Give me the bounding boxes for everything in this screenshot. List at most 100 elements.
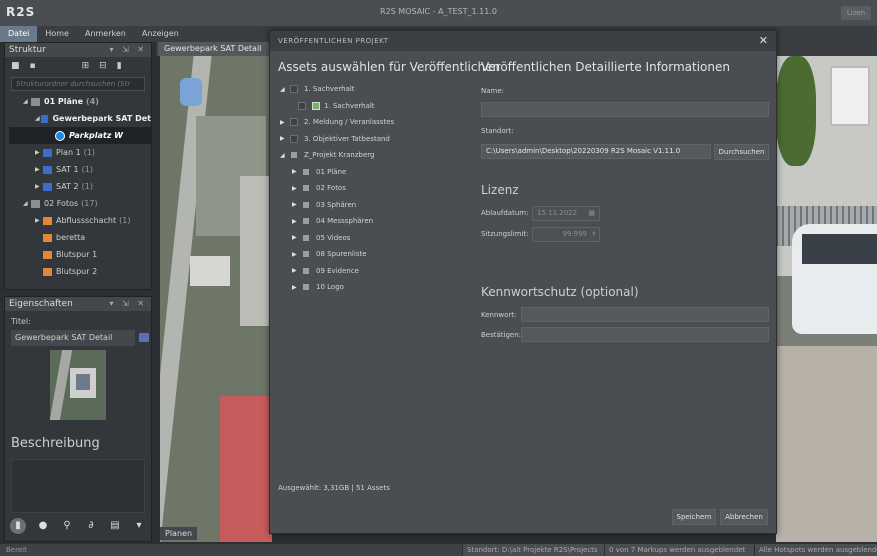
login-button[interactable]: Lizen xyxy=(841,6,871,20)
tree-item-01-plaene[interactable]: ◢ 01 Pläne (4) xyxy=(9,93,151,110)
calendar-icon[interactable]: ▦ xyxy=(588,207,595,220)
asset-item-tatbestand[interactable]: ▶ 3. Objektiver Tatbestand xyxy=(280,131,470,148)
delete-icon[interactable]: ▮ xyxy=(10,518,26,534)
checkbox[interactable] xyxy=(303,185,309,192)
checkbox[interactable] xyxy=(290,85,298,94)
save-button[interactable]: Speichern xyxy=(672,509,716,525)
structure-search-input[interactable]: Strukturordner durchsuchen (Str xyxy=(11,77,145,91)
user-icon[interactable]: ● xyxy=(36,519,50,533)
aerial-map-view[interactable] xyxy=(160,56,272,542)
confirm-password-field[interactable] xyxy=(521,327,769,342)
expand-triangle-icon[interactable]: ▶ xyxy=(292,251,302,258)
tab-planen[interactable]: Planen xyxy=(160,527,198,540)
description-field[interactable] xyxy=(11,459,145,513)
expand-triangle-icon[interactable]: ▶ xyxy=(35,183,43,190)
expand-triangle-icon[interactable]: ▶ xyxy=(292,218,302,225)
expand-triangle-icon[interactable]: ▶ xyxy=(292,168,302,175)
hotspot-marker-icon[interactable] xyxy=(180,78,202,106)
checkbox[interactable] xyxy=(303,251,309,258)
checkbox[interactable] xyxy=(290,134,298,143)
session-limit-stepper[interactable]: 99.999 ⬍ xyxy=(532,227,600,242)
name-field[interactable] xyxy=(481,102,769,117)
location-field[interactable]: C:\Users\admin\Desktop\20220309 R2S Mosa… xyxy=(481,144,711,159)
document-icon[interactable]: ▤ xyxy=(108,519,122,533)
asset-item-logo[interactable]: ▶ 10 Logo xyxy=(280,279,470,296)
panel-controls[interactable]: ▾ ⇲ ✕ xyxy=(109,297,147,311)
collapse-triangle-icon[interactable]: ◢ xyxy=(23,200,31,207)
asset-item-fotos[interactable]: ▶ 02 Fotos xyxy=(280,180,470,197)
tree-item-parkplatz[interactable]: Parkplatz W xyxy=(9,127,151,144)
checkbox[interactable] xyxy=(303,234,309,241)
stepper-arrows-icon[interactable]: ⬍ xyxy=(592,228,596,241)
asset-item-kranzberg[interactable]: ◢ Z_Projekt Kranzberg xyxy=(280,147,470,164)
asset-item-spurenliste[interactable]: ▶ 08 Spurenliste xyxy=(280,246,470,263)
expand-triangle-icon[interactable]: ▶ xyxy=(35,166,43,173)
close-icon[interactable]: ✕ xyxy=(759,34,768,47)
expand-triangle-icon[interactable]: ▶ xyxy=(280,135,290,142)
tree-item-beretta[interactable]: beretta xyxy=(9,229,151,246)
menu-anmerken[interactable]: Anmerken xyxy=(77,26,134,42)
menu-home[interactable]: Home xyxy=(37,26,77,42)
tab-gewerbepark[interactable]: Gewerbepark SAT Detail ✕ xyxy=(158,42,283,56)
tree-item-02-fotos[interactable]: ◢ 02 Fotos (17) xyxy=(9,195,151,212)
add-item-icon[interactable]: ▪ xyxy=(30,61,36,71)
expiry-date-field[interactable]: 15.11.2022 ▦ xyxy=(532,206,600,221)
tree-item-sat-2[interactable]: ▶ SAT 2 (1) xyxy=(9,178,151,195)
tree-item-blutspur-2[interactable]: Blutspur 2 xyxy=(9,263,151,280)
checkbox[interactable] xyxy=(290,118,298,127)
browse-button[interactable]: Durchsuchen xyxy=(714,144,769,160)
expand-triangle-icon[interactable]: ▶ xyxy=(35,217,43,224)
checkbox[interactable] xyxy=(303,284,309,291)
expand-all-icon[interactable]: ⊞ xyxy=(82,61,90,71)
more-icon[interactable]: ▾ xyxy=(132,519,146,533)
collapse-triangle-icon[interactable]: ◢ xyxy=(23,98,31,105)
search-icon[interactable]: ⚲ xyxy=(60,519,74,533)
checkbox[interactable] xyxy=(303,267,309,274)
dialog-title: VERÖFFENTLICHEN PROJEKT xyxy=(278,37,389,45)
menu-anzeigen[interactable]: Anzeigen xyxy=(134,26,187,42)
asset-item-evidence[interactable]: ▶ 09 Evidence xyxy=(280,263,470,280)
checkbox[interactable] xyxy=(291,152,297,159)
cancel-button[interactable]: Abbrechen xyxy=(720,509,768,525)
expand-triangle-icon[interactable]: ▶ xyxy=(280,119,290,126)
photo-icon xyxy=(43,216,52,225)
expand-triangle-icon[interactable]: ▶ xyxy=(35,149,43,156)
asset-tree: ◢ 1. Sachverhalt 1. Sachverhalt ▶ 2. Meldu… xyxy=(280,81,470,296)
attachment-icon[interactable]: ∂ xyxy=(84,519,98,533)
panel-controls[interactable]: ▾ ⇲ ✕ xyxy=(109,43,147,57)
status-text: Bereit xyxy=(6,546,27,554)
status-hotspots: Alle Hotspots werden ausgeblendet xyxy=(754,544,877,556)
password-field[interactable] xyxy=(521,307,769,322)
expand-triangle-icon[interactable]: ▶ xyxy=(292,185,302,192)
tree-item-sat-1[interactable]: ▶ SAT 1 (1) xyxy=(9,161,151,178)
photo-view[interactable] xyxy=(776,56,877,542)
collapse-all-icon[interactable]: ⊟ xyxy=(99,61,107,71)
asset-item-sachverhalt[interactable]: ◢ 1. Sachverhalt xyxy=(280,81,470,98)
checkbox[interactable] xyxy=(303,218,309,225)
menu-datei[interactable]: Datei xyxy=(0,26,38,42)
asset-item-plaene[interactable]: ▶ 01 Pläne xyxy=(280,164,470,181)
asset-item-meldung[interactable]: ▶ 2. Meldung / Veranlasstes xyxy=(280,114,470,131)
tree-item-abflussschacht[interactable]: ▶ Abflussschacht (1) xyxy=(9,212,151,229)
asset-item-sphaeren[interactable]: ▶ 03 Sphären xyxy=(280,197,470,214)
asset-item-sachverhalt-child[interactable]: 1. Sachverhalt xyxy=(280,98,470,115)
tree-item-plan-1[interactable]: ▶ Plan 1 (1) xyxy=(9,144,151,161)
title-field[interactable]: Gewerbepark SAT Detail xyxy=(11,330,149,346)
tree-item-gewerbepark[interactable]: ◢ Gewerbepark SAT Det xyxy=(9,110,151,127)
collapse-triangle-icon[interactable]: ◢ xyxy=(280,86,290,93)
tree-item-blutspur-1[interactable]: Blutspur 1 xyxy=(9,246,151,263)
collapse-triangle-icon[interactable]: ◢ xyxy=(280,152,290,159)
asset-item-videos[interactable]: ▶ 05 Videos xyxy=(280,230,470,247)
add-folder-icon[interactable]: ■ xyxy=(11,61,20,71)
password-label: Kennwort: xyxy=(481,311,517,319)
expand-triangle-icon[interactable]: ▶ xyxy=(292,284,302,291)
expand-triangle-icon[interactable]: ▶ xyxy=(292,267,302,274)
expand-triangle-icon[interactable]: ▶ xyxy=(292,201,302,208)
checkbox[interactable] xyxy=(303,201,309,208)
checkbox[interactable] xyxy=(303,168,309,175)
photo-icon xyxy=(43,250,52,259)
delete-icon[interactable]: ▮ xyxy=(117,61,122,71)
checkbox[interactable] xyxy=(298,101,306,110)
expand-triangle-icon[interactable]: ▶ xyxy=(292,234,302,241)
asset-item-messsphaeren[interactable]: ▶ 04 Messsphären xyxy=(280,213,470,230)
